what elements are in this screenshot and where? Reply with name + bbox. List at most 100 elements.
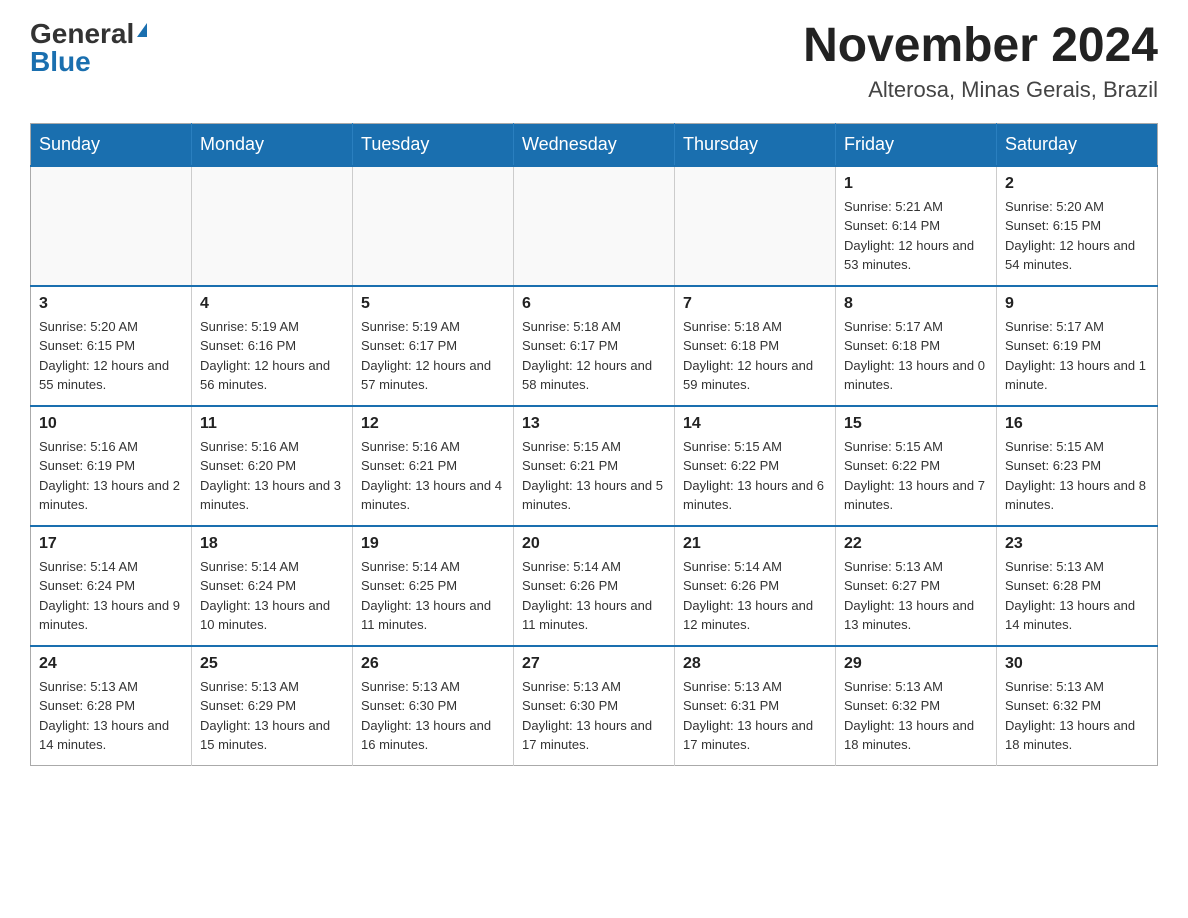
day-number: 15: [844, 415, 988, 433]
day-number: 10: [39, 415, 183, 433]
day-info: Sunrise: 5:18 AMSunset: 6:18 PMDaylight:…: [683, 317, 827, 395]
calendar-cell: 17 Sunrise: 5:14 AMSunset: 6:24 PMDayligh…: [31, 526, 192, 646]
calendar-cell: 12 Sunrise: 5:16 AMSunset: 6:21 PMDayligh…: [353, 406, 514, 526]
day-info: Sunrise: 5:20 AMSunset: 6:15 PMDaylight:…: [1005, 197, 1149, 275]
day-info: Sunrise: 5:14 AMSunset: 6:26 PMDaylight:…: [522, 557, 666, 635]
calendar-cell: 20 Sunrise: 5:14 AMSunset: 6:26 PMDayligh…: [514, 526, 675, 646]
day-info: Sunrise: 5:16 AMSunset: 6:21 PMDaylight:…: [361, 437, 505, 515]
day-info: Sunrise: 5:14 AMSunset: 6:25 PMDaylight:…: [361, 557, 505, 635]
calendar-cell: [31, 166, 192, 286]
calendar-cell: 13Sunrise: 5:15 AMSunset: 6:21 PMDayligh…: [514, 406, 675, 526]
day-info: Sunrise: 5:13 AMSunset: 6:30 PMDaylight:…: [361, 677, 505, 755]
day-number: 25: [200, 655, 344, 673]
calendar-week-row: 1 Sunrise: 5:21 AMSunset: 6:14 PMDaylight…: [31, 166, 1158, 286]
calendar-cell: 30Sunrise: 5:13 AMSunset: 6:32 PMDayligh…: [997, 646, 1158, 766]
day-number: 22: [844, 535, 988, 553]
calendar-week-row: 10Sunrise: 5:16 AMSunset: 6:19 PMDayligh…: [31, 406, 1158, 526]
calendar-cell: 24Sunrise: 5:13 AMSunset: 6:28 PMDayligh…: [31, 646, 192, 766]
weekday-header-row: SundayMondayTuesdayWednesdayThursdayFrid…: [31, 123, 1158, 166]
day-info: Sunrise: 5:13 AMSunset: 6:31 PMDaylight:…: [683, 677, 827, 755]
calendar-cell: 22Sunrise: 5:13 AMSunset: 6:27 PMDayligh…: [836, 526, 997, 646]
day-number: 27: [522, 655, 666, 673]
day-number: 30: [1005, 655, 1149, 673]
day-number: 9: [1005, 295, 1149, 313]
calendar-cell: 15 Sunrise: 5:15 AMSunset: 6:22 PMDayligh…: [836, 406, 997, 526]
location-text: Alterosa, Minas Gerais, Brazil: [803, 77, 1158, 103]
calendar-cell: [675, 166, 836, 286]
day-info: Sunrise: 5:15 AMSunset: 6:21 PMDaylight:…: [522, 437, 666, 515]
day-info: Sunrise: 5:13 AMSunset: 6:28 PMDaylight:…: [1005, 557, 1149, 635]
title-area: November 2024 Alterosa, Minas Gerais, Br…: [803, 20, 1158, 103]
day-number: 18: [200, 535, 344, 553]
day-number: 19: [361, 535, 505, 553]
day-number: 16: [1005, 415, 1149, 433]
day-number: 28: [683, 655, 827, 673]
calendar-cell: [192, 166, 353, 286]
day-info: Sunrise: 5:16 AMSunset: 6:20 PMDaylight:…: [200, 437, 344, 515]
calendar-week-row: 3Sunrise: 5:20 AMSunset: 6:15 PMDaylight…: [31, 286, 1158, 406]
day-number: 8: [844, 295, 988, 313]
day-info: Sunrise: 5:17 AMSunset: 6:18 PMDaylight:…: [844, 317, 988, 395]
calendar-cell: 1 Sunrise: 5:21 AMSunset: 6:14 PMDaylight…: [836, 166, 997, 286]
calendar-cell: 10Sunrise: 5:16 AMSunset: 6:19 PMDayligh…: [31, 406, 192, 526]
day-number: 26: [361, 655, 505, 673]
calendar-cell: 14Sunrise: 5:15 AMSunset: 6:22 PMDayligh…: [675, 406, 836, 526]
day-number: 14: [683, 415, 827, 433]
calendar-cell: 27Sunrise: 5:13 AMSunset: 6:30 PMDayligh…: [514, 646, 675, 766]
day-number: 2: [1005, 175, 1149, 193]
day-number: 20: [522, 535, 666, 553]
calendar-cell: 19 Sunrise: 5:14 AMSunset: 6:25 PMDayligh…: [353, 526, 514, 646]
calendar-week-row: 17 Sunrise: 5:14 AMSunset: 6:24 PMDayligh…: [31, 526, 1158, 646]
calendar-cell: 5 Sunrise: 5:19 AMSunset: 6:17 PMDaylight…: [353, 286, 514, 406]
logo-blue-text: Blue: [30, 48, 91, 76]
weekday-header-wednesday: Wednesday: [514, 123, 675, 166]
calendar-cell: 6 Sunrise: 5:18 AMSunset: 6:17 PMDaylight…: [514, 286, 675, 406]
weekday-header-thursday: Thursday: [675, 123, 836, 166]
day-number: 6: [522, 295, 666, 313]
day-info: Sunrise: 5:19 AMSunset: 6:17 PMDaylight:…: [361, 317, 505, 395]
day-info: Sunrise: 5:15 AMSunset: 6:22 PMDaylight:…: [844, 437, 988, 515]
weekday-header-tuesday: Tuesday: [353, 123, 514, 166]
day-info: Sunrise: 5:15 AMSunset: 6:23 PMDaylight:…: [1005, 437, 1149, 515]
day-info: Sunrise: 5:19 AMSunset: 6:16 PMDaylight:…: [200, 317, 344, 395]
calendar-cell: 25Sunrise: 5:13 AMSunset: 6:29 PMDayligh…: [192, 646, 353, 766]
calendar-cell: 3Sunrise: 5:20 AMSunset: 6:15 PMDaylight…: [31, 286, 192, 406]
calendar-cell: 28 Sunrise: 5:13 AMSunset: 6:31 PMDayligh…: [675, 646, 836, 766]
calendar-cell: [353, 166, 514, 286]
day-number: 5: [361, 295, 505, 313]
logo: General Blue: [30, 20, 147, 76]
calendar-cell: 2 Sunrise: 5:20 AMSunset: 6:15 PMDaylight…: [997, 166, 1158, 286]
calendar-cell: 29Sunrise: 5:13 AMSunset: 6:32 PMDayligh…: [836, 646, 997, 766]
calendar-cell: 18 Sunrise: 5:14 AMSunset: 6:24 PMDayligh…: [192, 526, 353, 646]
logo-general-text: General: [30, 20, 134, 48]
day-info: Sunrise: 5:14 AMSunset: 6:24 PMDaylight:…: [200, 557, 344, 635]
day-number: 12: [361, 415, 505, 433]
calendar-table: SundayMondayTuesdayWednesdayThursdayFrid…: [30, 123, 1158, 767]
calendar-cell: 21 Sunrise: 5:14 AMSunset: 6:26 PMDayligh…: [675, 526, 836, 646]
day-number: 17: [39, 535, 183, 553]
weekday-header-saturday: Saturday: [997, 123, 1158, 166]
weekday-header-friday: Friday: [836, 123, 997, 166]
calendar-cell: 8 Sunrise: 5:17 AMSunset: 6:18 PMDaylight…: [836, 286, 997, 406]
calendar-cell: 26 Sunrise: 5:13 AMSunset: 6:30 PMDayligh…: [353, 646, 514, 766]
day-number: 21: [683, 535, 827, 553]
weekday-header-sunday: Sunday: [31, 123, 192, 166]
calendar-body: 1 Sunrise: 5:21 AMSunset: 6:14 PMDaylight…: [31, 166, 1158, 766]
day-number: 11: [200, 415, 344, 433]
day-info: Sunrise: 5:18 AMSunset: 6:17 PMDaylight:…: [522, 317, 666, 395]
weekday-header-monday: Monday: [192, 123, 353, 166]
day-info: Sunrise: 5:13 AMSunset: 6:32 PMDaylight:…: [844, 677, 988, 755]
day-info: Sunrise: 5:14 AMSunset: 6:24 PMDaylight:…: [39, 557, 183, 635]
page-header: General Blue November 2024 Alterosa, Min…: [30, 20, 1158, 103]
day-number: 24: [39, 655, 183, 673]
day-info: Sunrise: 5:20 AMSunset: 6:15 PMDaylight:…: [39, 317, 183, 395]
day-info: Sunrise: 5:21 AMSunset: 6:14 PMDaylight:…: [844, 197, 988, 275]
calendar-week-row: 24Sunrise: 5:13 AMSunset: 6:28 PMDayligh…: [31, 646, 1158, 766]
calendar-cell: 11 Sunrise: 5:16 AMSunset: 6:20 PMDayligh…: [192, 406, 353, 526]
calendar-cell: 7Sunrise: 5:18 AMSunset: 6:18 PMDaylight…: [675, 286, 836, 406]
calendar-cell: [514, 166, 675, 286]
day-number: 1: [844, 175, 988, 193]
day-info: Sunrise: 5:14 AMSunset: 6:26 PMDaylight:…: [683, 557, 827, 635]
day-number: 23: [1005, 535, 1149, 553]
calendar-cell: 9Sunrise: 5:17 AMSunset: 6:19 PMDaylight…: [997, 286, 1158, 406]
